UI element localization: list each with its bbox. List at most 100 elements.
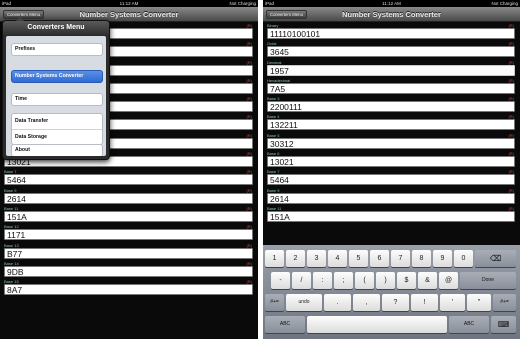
reset-button[interactable]: (R) [246, 60, 252, 65]
row-base-9: Base 9 (R) 2614 [0, 188, 258, 206]
key-ampersand[interactable]: & [418, 272, 437, 289]
converters-menu-button[interactable]: Converters Menu [266, 10, 307, 19]
key-slash[interactable]: / [292, 272, 311, 289]
key-6[interactable]: 6 [370, 250, 389, 267]
key-question[interactable]: ? [382, 294, 409, 311]
menu-item-prefixes[interactable]: Prefixes [11, 43, 103, 56]
row-base-11: Base 11 (R) 151A [263, 206, 520, 224]
key-period[interactable]: . [324, 294, 351, 311]
value-field[interactable]: 151A [267, 210, 515, 222]
value-field[interactable]: 9DB [4, 265, 253, 277]
row-base-3: Base 3(R)2200111 [263, 96, 520, 114]
reset-button[interactable]: (R) [508, 188, 514, 193]
value-field[interactable]: 13021 [267, 156, 515, 168]
value-field[interactable]: 11110100101 [267, 28, 515, 39]
clock: 11:12 AM [382, 1, 401, 6]
value-field[interactable]: 2614 [4, 192, 253, 204]
row-label: Base 9 [4, 187, 17, 193]
row-base-9: Base 9 (R) 2614 [263, 188, 520, 206]
row-label: Decimal [267, 59, 282, 65]
value-field[interactable]: 5464 [4, 174, 253, 186]
converter-rows: Binary(R)11110100101 Octal(R)3645 Decima… [263, 23, 520, 224]
value-field[interactable]: 2200111 [267, 101, 515, 113]
key-7[interactable]: 7 [391, 250, 410, 267]
popover-title: Converters Menu [3, 21, 109, 35]
row-base-11: Base 11 (R) 151A [0, 206, 258, 224]
row-base-15: Base 15 (R) 8A7 [0, 279, 258, 297]
value-field[interactable]: 30312 [267, 137, 515, 149]
battery-status: Not Charging [229, 1, 256, 6]
popover-arrow [16, 17, 24, 21]
menu-group-data: Data Transfer Data Storage [11, 113, 103, 145]
value-field[interactable]: 132211 [267, 119, 515, 131]
key-dollar[interactable]: $ [397, 272, 416, 289]
menu-item-data-transfer[interactable]: Data Transfer [12, 114, 102, 129]
done-key[interactable]: Done [460, 272, 516, 289]
key-close-paren[interactable]: ) [376, 272, 395, 289]
key-8[interactable]: 8 [412, 250, 431, 267]
row-hexadecimal: Hexadecimal(R)7A5 [263, 78, 520, 96]
status-bar: iPad 11:12 AM Not Charging [0, 0, 258, 7]
value-field[interactable]: 1957 [267, 64, 515, 76]
menu-item-about[interactable]: About [11, 144, 103, 156]
value-field[interactable]: 7A5 [267, 82, 515, 94]
reset-button[interactable]: (R) [246, 243, 252, 248]
key-semicolon[interactable]: ; [334, 272, 353, 289]
menu-item-data-storage[interactable]: Data Storage [12, 129, 102, 144]
key-open-paren[interactable]: ( [355, 272, 374, 289]
popover-menu-list: Prefixes Number Systems Converter Time D… [6, 36, 106, 156]
key-colon[interactable]: : [313, 272, 332, 289]
value-field[interactable]: 3645 [267, 46, 515, 58]
status-bar: iPad 11:12 AM Not Charging [263, 0, 520, 7]
row-base-12: Base 12 (R) 1171 [0, 224, 258, 242]
key-symbols-right[interactable]: #+= [493, 294, 516, 311]
keyboard-dismiss-icon[interactable]: ⌨ [491, 316, 516, 333]
key-apostrophe[interactable]: ' [440, 294, 465, 311]
key-3[interactable]: 3 [307, 250, 326, 267]
key-symbols-left[interactable]: #+= [265, 294, 284, 311]
key-5[interactable]: 5 [349, 250, 368, 267]
menu-item-number-systems-converter[interactable]: Number Systems Converter [11, 70, 103, 83]
undo-key[interactable]: undo [286, 294, 322, 311]
key-exclamation[interactable]: ! [411, 294, 438, 311]
battery-status: Not Charging [491, 1, 518, 6]
key-4[interactable]: 4 [328, 250, 347, 267]
row-base-13: Base 13 (R) B77 [0, 243, 258, 261]
row-label: Base 13 [4, 242, 19, 248]
row-label: Base 9 [267, 187, 280, 193]
value-field[interactable]: 5464 [267, 174, 515, 186]
row-base-14: Base 14 (R) 9DB [0, 261, 258, 279]
key-quote[interactable]: " [467, 294, 491, 311]
key-comma[interactable]: , [353, 294, 380, 311]
key-1[interactable]: 1 [265, 250, 284, 267]
keyboard-row-3: #+= undo . , ? ! ' " #+= [265, 294, 518, 311]
clock: 11:12 AM [119, 1, 139, 6]
row-decimal: Decimal (R)1957 [263, 60, 520, 78]
value-field[interactable]: 1171 [4, 229, 253, 241]
abc-key-left[interactable]: ABC [265, 316, 305, 333]
key-9[interactable]: 9 [433, 250, 452, 267]
row-base-7: Base 7 (R) 5464 [0, 169, 258, 187]
key-at[interactable]: @ [439, 272, 458, 289]
keyboard-row-1: 1 2 3 4 5 6 7 8 9 0 ⌫ [265, 250, 518, 267]
row-base-7: Base 7 (R) 5464 [263, 169, 520, 187]
reset-button[interactable]: (R) [508, 60, 514, 65]
key-2[interactable]: 2 [286, 250, 305, 267]
row-base-4: Base 4(R)132211 [263, 114, 520, 132]
keyboard-row-4: ABC ABC ⌨ [265, 316, 518, 333]
key-minus[interactable]: - [271, 272, 290, 289]
left-screen: iPad 11:12 AM Not Charging Number System… [0, 0, 258, 339]
value-field[interactable]: 151A [4, 210, 253, 222]
keyboard-row-2: - / : ; ( ) $ & @ Done [265, 272, 518, 289]
value-field[interactable]: 8A7 [4, 284, 253, 296]
nav-bar: Number Systems Converter Converters Menu [263, 7, 520, 22]
value-field[interactable]: B77 [4, 247, 253, 259]
reset-button[interactable]: (R) [246, 188, 252, 193]
row-base-5: Base 5(R)30312 [263, 133, 520, 151]
space-bar[interactable] [307, 316, 447, 333]
key-0[interactable]: 0 [454, 250, 473, 267]
menu-item-time[interactable]: Time [11, 93, 103, 106]
abc-key-right[interactable]: ABC [449, 316, 489, 333]
backspace-icon[interactable]: ⌫ [475, 250, 516, 267]
value-field[interactable]: 2614 [267, 192, 515, 204]
